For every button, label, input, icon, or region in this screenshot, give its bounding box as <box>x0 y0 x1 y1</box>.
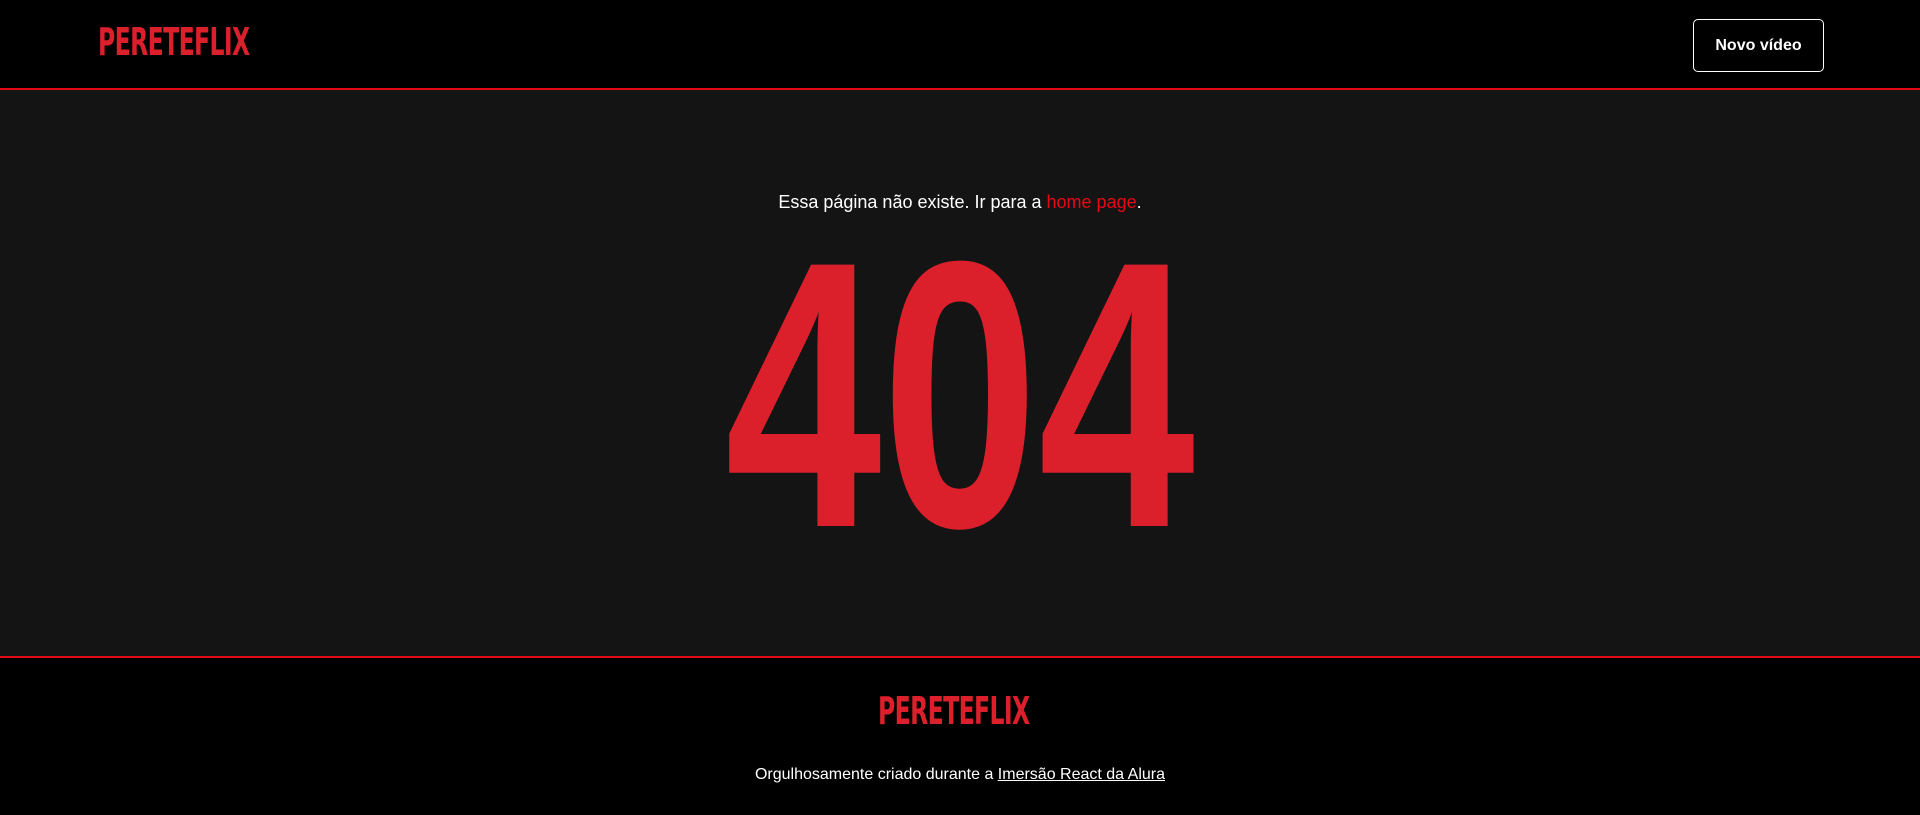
footer: PERETEFLIX Orgulhosamente criado durante… <box>0 656 1920 815</box>
message-prefix: Essa página não existe. Ir para a <box>778 192 1047 212</box>
error-code-text: 404 <box>725 230 1197 550</box>
top-bar: PERETEFLIX Novo vídeo <box>0 0 1920 90</box>
error-code-svg: 404 <box>725 230 1197 550</box>
new-video-button[interactable]: Novo vídeo <box>1693 19 1824 72</box>
main-content: Essa página não existe. Ir para a home p… <box>0 90 1920 656</box>
footer-logo[interactable]: PERETEFLIX <box>878 692 1030 730</box>
error-code-graphic: 404 <box>0 230 1920 550</box>
footer-credit-prefix: Orgulhosamente criado durante a <box>754 766 998 783</box>
footer-credit: Orgulhosamente criado durante a Imersão … <box>0 766 1920 784</box>
message-suffix: . <box>1136 192 1142 212</box>
not-found-message: Essa página não existe. Ir para a home p… <box>0 192 1920 213</box>
alura-immersion-link[interactable]: Imersão React da Alura <box>998 766 1165 783</box>
header-logo[interactable]: PERETEFLIX <box>98 23 250 61</box>
home-page-link[interactable]: home page <box>1047 192 1137 212</box>
